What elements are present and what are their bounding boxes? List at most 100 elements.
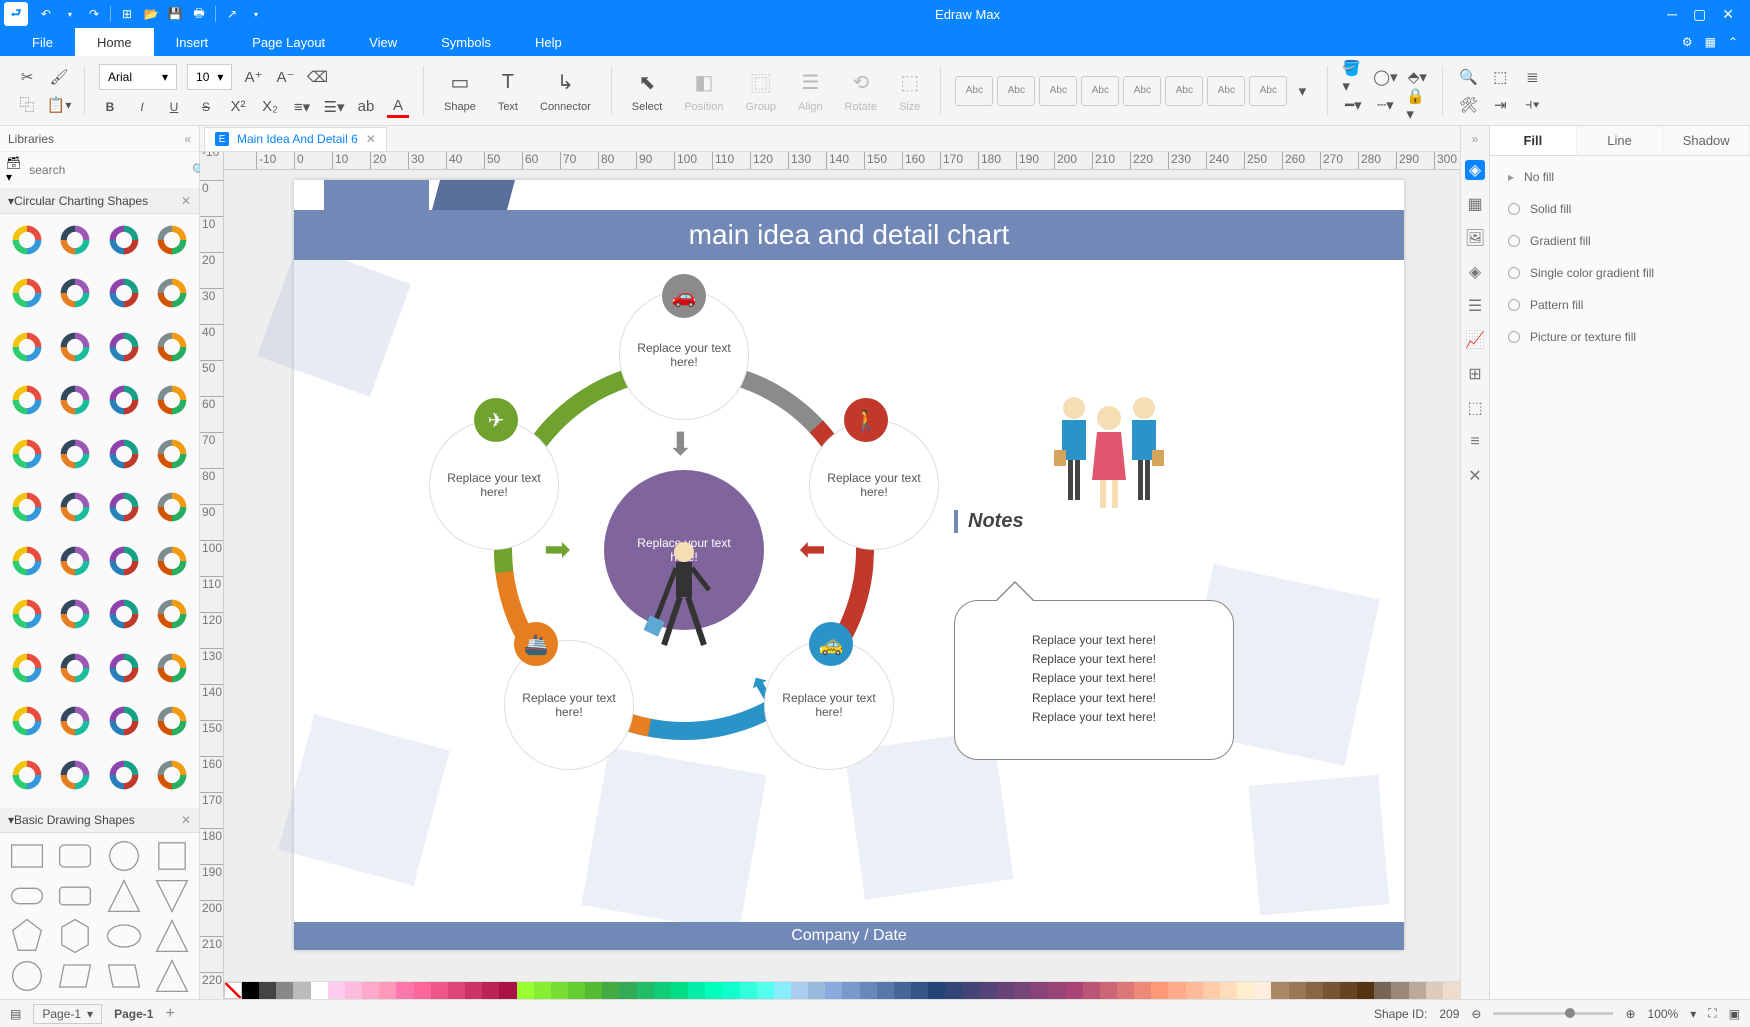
library-menu-icon[interactable]: 🗃▾ [6, 156, 21, 184]
shape-button[interactable]: ▭Shape [438, 69, 482, 113]
rotate-button[interactable]: ⟲Rotate [839, 69, 883, 113]
color-swatch[interactable] [860, 982, 877, 999]
color-swatch[interactable] [1220, 982, 1237, 999]
color-swatch[interactable] [1271, 982, 1288, 999]
color-swatch[interactable] [1391, 982, 1408, 999]
close-tab-icon[interactable]: ✕ [366, 132, 376, 146]
export-dropdown-icon[interactable]: ▾ [244, 2, 268, 26]
color-swatch[interactable] [1306, 982, 1323, 999]
color-swatch[interactable] [980, 982, 997, 999]
size-button[interactable]: ⬚Size [893, 69, 926, 113]
circular-shape[interactable] [53, 539, 97, 583]
color-swatch[interactable] [431, 982, 448, 999]
text-button[interactable]: TText [492, 69, 524, 113]
circular-shape[interactable] [102, 592, 146, 636]
distribute-icon[interactable]: ⫞▾ [1521, 94, 1543, 116]
circular-shape[interactable] [5, 485, 49, 529]
circular-shape[interactable] [150, 378, 194, 422]
chart-title[interactable]: main idea and detail chart [294, 210, 1404, 260]
bullets-icon[interactable]: ≡▾ [291, 96, 313, 118]
color-swatch[interactable] [619, 982, 636, 999]
basic-shape[interactable] [102, 957, 146, 995]
color-swatch[interactable] [1426, 982, 1443, 999]
page-selector[interactable]: Page-1▾ [33, 1004, 102, 1024]
color-swatch[interactable] [722, 982, 739, 999]
color-swatch[interactable] [1443, 982, 1460, 999]
basic-shape[interactable] [102, 917, 146, 955]
align-button[interactable]: ☰Align [792, 69, 828, 113]
menu-home[interactable]: Home [75, 28, 154, 56]
menu-symbols[interactable]: Symbols [419, 28, 513, 56]
circular-shape[interactable] [5, 271, 49, 315]
color-swatch[interactable] [1083, 982, 1100, 999]
align2-icon[interactable]: ≡ [1465, 432, 1485, 452]
color-swatch[interactable] [637, 982, 654, 999]
color-swatch[interactable] [1066, 982, 1083, 999]
strike-icon[interactable]: S [195, 96, 217, 118]
find-icon[interactable]: 🔍 [1457, 66, 1479, 88]
opt-no-fill[interactable]: ▸No fill [1508, 170, 1732, 184]
opt-picture-fill[interactable]: Picture or texture fill [1508, 330, 1732, 344]
circular-shape[interactable] [5, 432, 49, 476]
export-icon[interactable]: ↗ [220, 2, 244, 26]
subscript-icon[interactable]: X₂ [259, 96, 281, 118]
save-icon[interactable]: 💾 [163, 2, 187, 26]
color-swatch[interactable] [534, 982, 551, 999]
color-swatch[interactable] [311, 982, 328, 999]
history-icon[interactable]: ☰ [1465, 296, 1485, 316]
basic-shape[interactable] [53, 957, 97, 995]
color-swatch[interactable] [276, 982, 293, 999]
circular-shape[interactable] [5, 646, 49, 690]
color-swatch[interactable] [568, 982, 585, 999]
opt-pattern-fill[interactable]: Pattern fill [1508, 298, 1732, 312]
category-basic[interactable]: ▾ Basic Drawing Shapes✕ [0, 808, 199, 833]
color-swatch[interactable] [688, 982, 705, 999]
library-search-input[interactable] [25, 159, 188, 181]
basic-shape[interactable] [150, 837, 194, 875]
copy-icon[interactable]: ⿻ [16, 94, 38, 116]
group-button[interactable]: ⿴Group [739, 69, 782, 113]
circular-shape[interactable] [102, 485, 146, 529]
opt-solid-fill[interactable]: Solid fill [1508, 202, 1732, 216]
undo-icon[interactable]: ↶ [34, 2, 58, 26]
circular-shape[interactable] [5, 325, 49, 369]
color-swatch[interactable] [465, 982, 482, 999]
circular-shape[interactable] [102, 432, 146, 476]
text-case-icon[interactable]: ab [355, 96, 377, 118]
color-swatch[interactable] [774, 982, 791, 999]
quick-style-6[interactable]: Abc [1165, 76, 1203, 106]
circular-shape[interactable] [5, 592, 49, 636]
shape-outline-icon[interactable]: ◯▾ [1374, 66, 1396, 88]
quick-style-5[interactable]: Abc [1123, 76, 1161, 106]
circular-shape[interactable] [53, 432, 97, 476]
color-swatch[interactable] [1031, 982, 1048, 999]
circular-shape[interactable] [53, 592, 97, 636]
color-swatch[interactable] [654, 982, 671, 999]
layers2-icon[interactable]: ◈ [1465, 262, 1485, 282]
opt-gradient-fill[interactable]: Gradient fill [1508, 234, 1732, 248]
menu-view[interactable]: View [347, 28, 419, 56]
color-swatch[interactable] [1117, 982, 1134, 999]
basic-shape[interactable] [150, 877, 194, 915]
undo-dropdown-icon[interactable]: ▾ [58, 2, 82, 26]
format-painter-icon[interactable]: 🖌 [48, 66, 70, 88]
tab-fill[interactable]: Fill [1490, 126, 1577, 155]
color-swatch[interactable] [791, 982, 808, 999]
color-swatch[interactable] [825, 982, 842, 999]
circular-shape[interactable] [53, 378, 97, 422]
basic-shape[interactable] [5, 917, 49, 955]
chart-icon[interactable]: 📈 [1465, 330, 1485, 350]
add-page-icon[interactable]: + [165, 1005, 174, 1023]
circular-diagram[interactable]: ⬇ ⬅ ⬆ ⬆ ➡ Replace your text here! Replac… [414, 280, 954, 820]
fill-icon[interactable]: 🪣▾ [1342, 66, 1364, 88]
circular-shape[interactable] [53, 485, 97, 529]
color-swatch[interactable] [345, 982, 362, 999]
color-swatch[interactable] [293, 982, 310, 999]
color-swatch[interactable] [1340, 982, 1357, 999]
quick-style-2[interactable]: Abc [997, 76, 1035, 106]
color-swatch[interactable] [842, 982, 859, 999]
close-category-icon[interactable]: ✕ [181, 813, 191, 827]
fullscreen-icon[interactable]: ▣ [1729, 1007, 1740, 1021]
color-swatch[interactable] [808, 982, 825, 999]
color-swatch[interactable] [671, 982, 688, 999]
